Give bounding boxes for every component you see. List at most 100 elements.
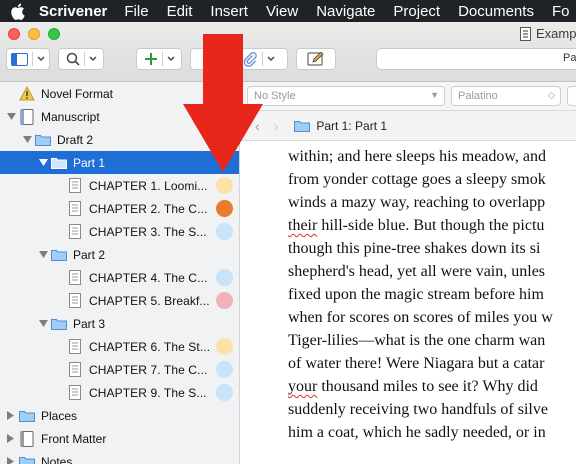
document-icon — [67, 201, 83, 217]
window-title: Examp — [520, 26, 576, 41]
binder-item-chapter-6[interactable]: CHAPTER 6. The St... — [0, 335, 239, 358]
menu-documents[interactable]: Documents — [458, 3, 534, 20]
binder-item-label: Notes — [41, 454, 73, 464]
binder-item-label: Part 2 — [73, 247, 106, 262]
binder-item-manuscript[interactable]: Manuscript — [0, 105, 239, 128]
binder-item-label: Part 1 — [73, 155, 106, 170]
add-item-button[interactable] — [136, 48, 182, 70]
compose-button[interactable] — [296, 48, 336, 70]
binder-item-label: CHAPTER 2. The C... — [89, 201, 208, 216]
view-mode-segmented-control[interactable]: Par — [376, 48, 576, 70]
chevron-down-icon — [167, 56, 174, 61]
binder-item-chapter-3[interactable]: CHAPTER 3. The S... — [0, 220, 239, 243]
binder-item-chapter-1[interactable]: CHAPTER 1. Loomi... — [0, 174, 239, 197]
scrivener-window: Scrivener File Edit Insert View Navigate… — [0, 0, 576, 464]
paragraph-style-select[interactable]: No Style ▼ — [247, 86, 445, 106]
chevron-down-icon: ▼ — [430, 90, 439, 100]
chevron-down-icon — [267, 56, 274, 61]
font-size-select[interactable] — [567, 86, 576, 106]
close-window-button[interactable] — [8, 28, 20, 40]
back-arrow-icon[interactable]: ‹ — [255, 118, 260, 134]
text-line: fixed upon the magic stream before him — [288, 286, 544, 303]
binder-item-chapter-7[interactable]: CHAPTER 7. The C... — [0, 358, 239, 381]
binder-item-part-3[interactable]: Part 3 — [0, 312, 239, 335]
text-line: him a coat, which he sadly needed, or in — [288, 424, 546, 441]
binder-item-notes[interactable]: Notes — [0, 450, 239, 464]
menu-format[interactable]: Fo — [552, 3, 570, 20]
menu-file[interactable]: File — [124, 3, 148, 20]
disclosure-triangle-icon[interactable] — [6, 112, 16, 122]
text-line: when for scores on scores of miles you w — [288, 309, 553, 326]
forward-arrow-icon[interactable]: › — [274, 118, 279, 134]
disclosure-triangle-closed-icon[interactable] — [6, 411, 16, 421]
binder-item-label: CHAPTER 6. The St... — [89, 339, 211, 354]
text-line: suddenly receiving two handfuls of silve — [288, 401, 548, 418]
menu-edit[interactable]: Edit — [167, 3, 193, 20]
label-color-dot — [216, 338, 233, 355]
disclosure-triangle-icon[interactable] — [38, 158, 48, 168]
breadcrumb[interactable]: Part 1: Part 1 — [294, 119, 387, 133]
folder-icon — [51, 155, 67, 171]
document-icon — [67, 224, 83, 240]
font-family-value: Palatino — [458, 90, 498, 102]
search-button[interactable] — [58, 48, 104, 70]
front-matter-icon — [19, 430, 35, 447]
misspelled-word: your — [288, 378, 318, 395]
binder-sidebar[interactable]: Novel Format Manuscript Draft 2 Part 1 C… — [0, 82, 240, 464]
label-color-dot — [216, 384, 233, 401]
menu-app-scrivener[interactable]: Scrivener — [39, 3, 107, 20]
disclosure-triangle-icon[interactable] — [22, 135, 32, 145]
label-color-dot — [216, 269, 233, 286]
binder-layout-button[interactable] — [6, 48, 50, 70]
menu-insert[interactable]: Insert — [210, 3, 248, 20]
disclosure-triangle-icon[interactable] — [38, 319, 48, 329]
binder-item-novel-format[interactable]: Novel Format — [0, 82, 239, 105]
search-icon — [66, 52, 80, 66]
font-family-select[interactable]: Palatino ◇ — [451, 86, 561, 106]
binder-item-chapter-2[interactable]: CHAPTER 2. The C... — [0, 197, 239, 220]
breadcrumb-text: Part 1: Part 1 — [316, 118, 388, 133]
binder-item-front-matter[interactable]: Front Matter — [0, 427, 239, 450]
text-line: their hill-side blue. But though the pic… — [288, 217, 544, 235]
chevron-down-icon — [37, 56, 45, 61]
text-line-rest: thousand miles to see it? Why did — [317, 378, 538, 395]
text-line: of water there! Were Niagara but a catar — [288, 355, 545, 372]
text-line: winds a mazy way, reaching to overlapp — [288, 194, 546, 211]
menu-project[interactable]: Project — [393, 3, 440, 20]
binder-item-label: CHAPTER 9. The S... — [89, 385, 207, 400]
apple-menu-icon[interactable] — [10, 2, 25, 20]
document-icon — [67, 270, 83, 286]
layout-icon — [11, 52, 28, 66]
binder-item-chapter-5[interactable]: CHAPTER 5. Breakf... — [0, 289, 239, 312]
zoom-window-button[interactable] — [48, 28, 60, 40]
document-icon — [67, 293, 83, 309]
menu-view[interactable]: View — [266, 3, 298, 20]
menu-bar: Scrivener File Edit Insert View Navigate… — [0, 0, 576, 22]
text-line: though this pine-tree shakes down its si — [288, 240, 541, 257]
binder-item-label: CHAPTER 3. The S... — [89, 224, 207, 239]
document-icon — [67, 362, 83, 378]
binder-item-draft[interactable]: Draft 2 — [0, 128, 239, 151]
attachment-button[interactable] — [190, 48, 288, 70]
binder-item-label: Manuscript — [41, 109, 100, 124]
binder-item-part-1[interactable]: Part 1 — [0, 151, 239, 174]
editor-text-area[interactable]: within; and here sleeps his meadow, and … — [241, 141, 576, 464]
binder-item-label: Places — [41, 408, 78, 423]
edit-note-icon — [307, 52, 324, 66]
menu-navigate[interactable]: Navigate — [316, 3, 375, 20]
binder-item-part-2[interactable]: Part 2 — [0, 243, 239, 266]
disclosure-triangle-closed-icon[interactable] — [6, 457, 16, 464]
binder-item-label: CHAPTER 4. The C... — [89, 270, 208, 285]
binder-item-chapter-4[interactable]: CHAPTER 4. The C... — [0, 266, 239, 289]
binder-item-chapter-9[interactable]: CHAPTER 9. The S... — [0, 381, 239, 404]
binder-item-places[interactable]: Places — [0, 404, 239, 427]
editor-header-bar: ‹ › Part 1: Part 1 — [241, 111, 576, 141]
folder-icon — [294, 121, 311, 132]
minimize-window-button[interactable] — [28, 28, 40, 40]
disclosure-triangle-icon[interactable] — [38, 250, 48, 260]
folder-icon — [51, 316, 67, 332]
text-line: within; and here sleeps his meadow, and — [288, 148, 547, 165]
disclosure-triangle-closed-icon[interactable] — [6, 434, 16, 444]
text-line: from yonder cottage goes a sleepy smok — [288, 171, 546, 188]
document-icon — [67, 178, 83, 194]
